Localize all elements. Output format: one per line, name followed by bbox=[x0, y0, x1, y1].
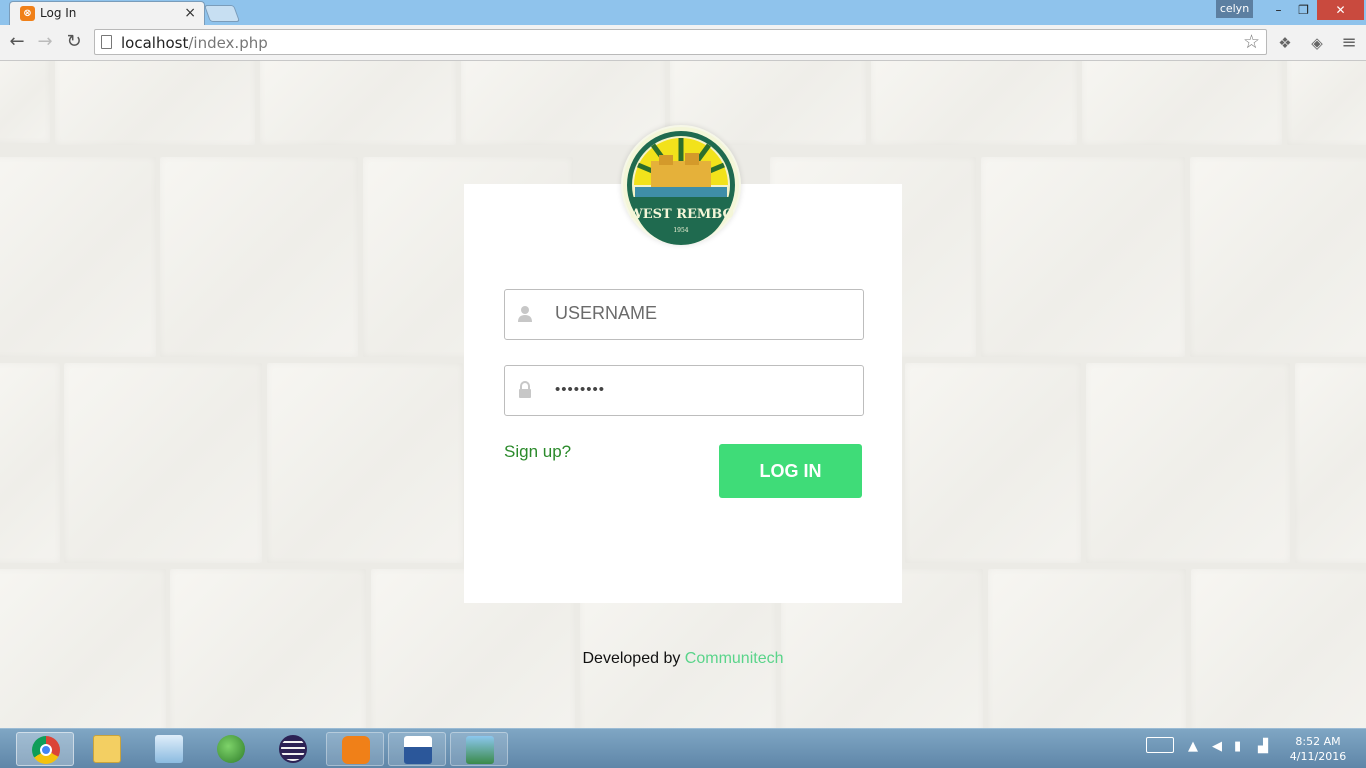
wall-tile bbox=[64, 363, 262, 563]
login-button[interactable]: LOG IN bbox=[719, 444, 862, 498]
wall-tile bbox=[260, 61, 456, 145]
reload-icon[interactable]: ↻ bbox=[63, 31, 85, 53]
taskbar-download-manager[interactable] bbox=[202, 732, 260, 766]
url-text: localhost/index.php bbox=[121, 34, 268, 52]
page-icon bbox=[101, 35, 112, 49]
user-icon bbox=[518, 306, 532, 322]
seal-text: WEST REMBO bbox=[627, 207, 734, 222]
globe-icon bbox=[217, 735, 245, 763]
wall-tile bbox=[871, 61, 1077, 145]
photo-viewer-icon bbox=[466, 736, 494, 764]
restore-button[interactable]: ❐ bbox=[1291, 0, 1316, 20]
browser-tab[interactable]: ⊗ Log In × bbox=[9, 1, 205, 25]
taskbar-file-explorer[interactable] bbox=[78, 732, 136, 766]
wall-tile bbox=[0, 61, 50, 143]
wall-tile bbox=[1295, 363, 1366, 563]
wall-tile bbox=[981, 157, 1185, 357]
chrome-icon bbox=[32, 736, 60, 764]
address-bar[interactable]: localhost/index.php ☆ bbox=[94, 29, 1267, 55]
footer-credit: Developed by Communitech bbox=[0, 650, 1366, 668]
wall-tile bbox=[1082, 61, 1282, 145]
seal-graphic: WEST REMBO 1954 bbox=[623, 127, 739, 245]
forward-icon[interactable]: → bbox=[34, 31, 56, 53]
wall-tile bbox=[1190, 157, 1366, 357]
wall-tile bbox=[461, 61, 665, 145]
shield-extension-icon[interactable]: ◈ bbox=[1307, 33, 1327, 53]
browser-titlebar: ⊗ Log In × celyn – ❐ ✕ bbox=[0, 0, 1366, 25]
wall-tile bbox=[170, 569, 366, 728]
wall-tile bbox=[55, 61, 255, 145]
seal-year: 1954 bbox=[673, 227, 688, 234]
volume-icon[interactable]: ◀ bbox=[1212, 739, 1222, 754]
signup-link[interactable]: Sign up? bbox=[504, 442, 571, 462]
power-icon[interactable]: ▮ bbox=[1234, 739, 1241, 754]
clock-time: 8:52 AM bbox=[1295, 735, 1341, 748]
xampp-icon bbox=[342, 736, 370, 764]
taskbar-eclipse[interactable] bbox=[264, 732, 322, 766]
network-icon[interactable]: ▟ bbox=[1258, 739, 1268, 754]
lock-icon bbox=[519, 381, 531, 398]
password-value: •••••••• bbox=[555, 381, 606, 398]
eclipse-icon bbox=[279, 735, 307, 763]
taskbar-control-panel[interactable] bbox=[140, 732, 198, 766]
browser-toolbar: ← → ↻ localhost/index.php ☆ ❖ ◈ ≡ bbox=[0, 25, 1366, 61]
minimize-button[interactable]: – bbox=[1266, 0, 1291, 20]
profile-badge[interactable]: celyn bbox=[1216, 0, 1253, 18]
page-background: WEST REMBO 1954 USERNAME •••••••• Sign u… bbox=[0, 61, 1366, 728]
wall-tile bbox=[0, 363, 60, 563]
tab-title: Log In bbox=[40, 6, 77, 20]
wall-tile bbox=[160, 157, 358, 357]
folder-icon bbox=[93, 735, 121, 763]
system-clock[interactable]: 8:52 AM 4/11/2016 bbox=[1286, 734, 1350, 764]
word-icon bbox=[404, 736, 432, 764]
new-tab-button[interactable] bbox=[203, 5, 241, 22]
show-hidden-icons-icon[interactable]: ▲ bbox=[1188, 739, 1198, 754]
west-rembo-seal-logo: WEST REMBO 1954 bbox=[621, 125, 741, 245]
xampp-favicon-icon: ⊗ bbox=[20, 6, 35, 21]
wall-tile bbox=[1086, 363, 1290, 563]
wall-tile bbox=[1287, 61, 1366, 145]
taskbar-chrome[interactable] bbox=[16, 732, 74, 766]
taskbar-word[interactable] bbox=[388, 732, 446, 766]
wall-tile bbox=[905, 363, 1081, 563]
windows-taskbar: ▲ ◀ ▮ ▟ 8:52 AM 4/11/2016 bbox=[0, 728, 1366, 768]
taskbar-photos[interactable] bbox=[450, 732, 508, 766]
keyboard-icon[interactable] bbox=[1146, 737, 1174, 753]
wall-tile bbox=[267, 363, 463, 563]
wall-tile bbox=[0, 157, 156, 357]
dropbox-extension-icon[interactable]: ❖ bbox=[1275, 33, 1295, 53]
control-panel-icon bbox=[155, 735, 183, 763]
wall-tile bbox=[1191, 569, 1366, 728]
wall-tile bbox=[0, 569, 166, 728]
password-field[interactable]: •••••••• bbox=[504, 365, 864, 416]
back-icon[interactable]: ← bbox=[6, 31, 28, 53]
menu-icon[interactable]: ≡ bbox=[1339, 33, 1359, 53]
tab-close-icon[interactable]: × bbox=[184, 5, 196, 21]
clock-date: 4/11/2016 bbox=[1289, 750, 1347, 763]
taskbar-xampp[interactable] bbox=[326, 732, 384, 766]
username-field[interactable]: USERNAME bbox=[504, 289, 864, 340]
wall-tile bbox=[988, 569, 1186, 728]
username-placeholder: USERNAME bbox=[555, 303, 658, 323]
footer-prefix: Developed by bbox=[582, 650, 685, 667]
close-window-button[interactable]: ✕ bbox=[1317, 0, 1364, 20]
footer-brand-link[interactable]: Communitech bbox=[685, 650, 784, 667]
bookmark-star-icon[interactable]: ☆ bbox=[1243, 31, 1260, 53]
